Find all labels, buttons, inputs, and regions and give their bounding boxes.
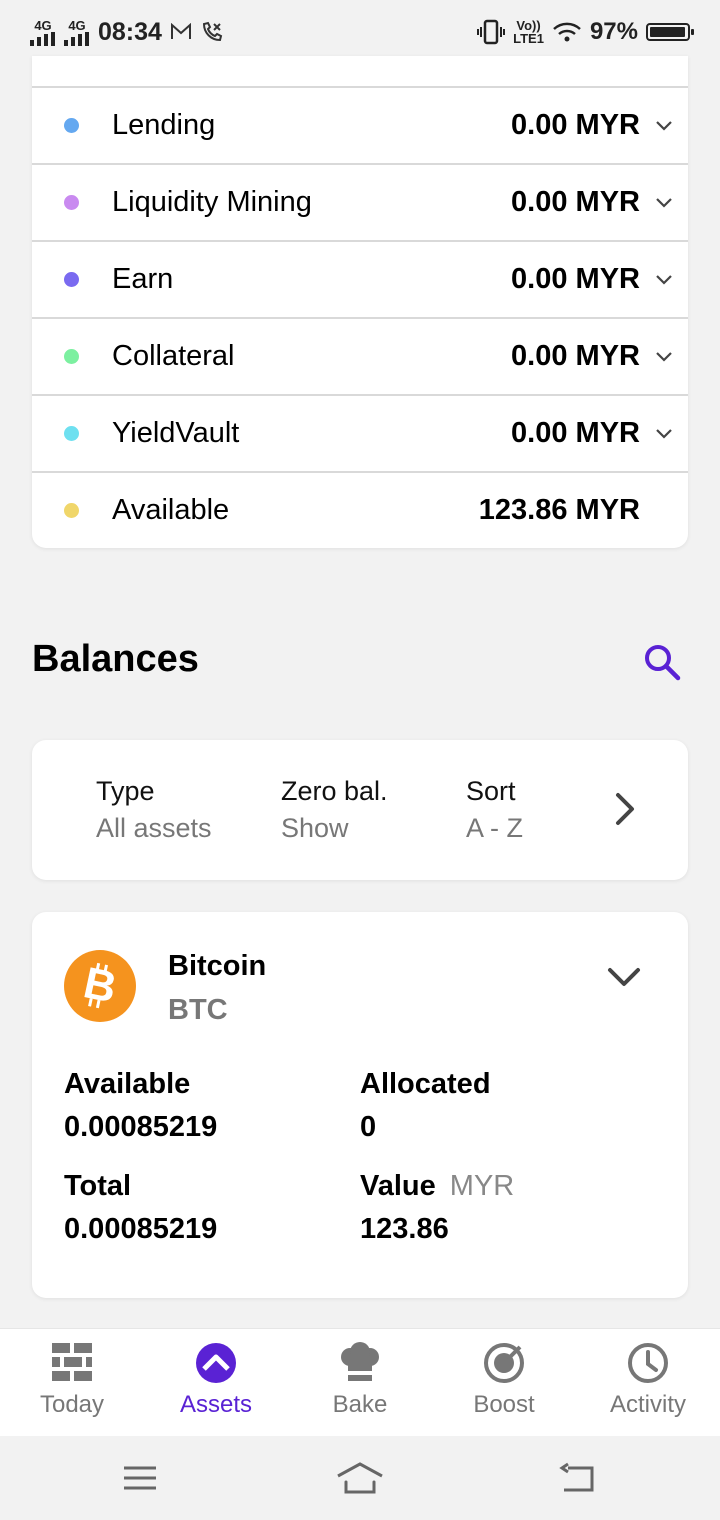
filter-value: Show [281,813,349,843]
system-nav-bar [0,1436,720,1520]
gmail-icon [170,23,191,39]
nav-bake[interactable]: Bake [288,1329,432,1437]
liquidity-mining-dot [64,194,79,210]
network-type-1: 4G [34,17,52,33]
battery-fill [650,27,685,37]
lending-dot [64,117,79,133]
nav-label: Boost [473,1391,535,1418]
alloc-row-available: Available 123.86 MYR [32,471,688,547]
allocated-value: 0 [360,1111,377,1143]
alloc-row-collateral[interactable]: Collateral 0.00 MYR [32,317,688,393]
filter-type[interactable]: Type All assets [96,776,212,844]
status-bar-left: 4G 4G 08:34 [30,18,224,47]
boost-icon [484,1343,524,1383]
nav-boost[interactable]: Boost [432,1329,576,1437]
battery-percent: 97% [589,18,638,45]
alloc-row-lending[interactable]: Lending 0.00 MYR [32,86,688,162]
alloc-label: Earn [112,262,174,295]
menu-icon[interactable] [118,1456,162,1500]
alloc-label: Lending [112,108,216,141]
value-label-group: Value MYR [360,1170,514,1203]
lte-label: LTE1 [513,31,544,46]
filter-value: A - Z [466,813,524,843]
allocated-label: Allocated [360,1068,491,1100]
filter-value: All assets [96,813,212,843]
status-bar: 4G 4G 08:34 Vo)) LTE1 97% [0,0,720,64]
chevron-down-icon[interactable] [654,192,674,212]
alloc-label: Available [112,493,230,526]
nav-label: Bake [332,1391,388,1418]
nav-label: Today [39,1391,105,1418]
status-bar-right: Vo)) LTE1 97% [477,18,694,46]
yieldvault-dot [64,425,79,441]
alloc-value: 0.00 MYR [511,262,640,295]
balances-title: Balances [32,638,199,680]
chevron-down-icon[interactable] [654,423,674,443]
battery-icon [646,23,694,41]
available-dot [64,502,79,518]
value-amount: 123.86 [360,1213,449,1245]
home-icon[interactable] [336,1456,384,1500]
alloc-value: 0.00 MYR [511,108,640,141]
alloc-row-liquidity-mining[interactable]: Liquidity Mining 0.00 MYR [32,163,688,239]
nav-today[interactable]: Today [0,1329,144,1437]
alloc-value: 0.00 MYR [511,185,640,218]
filter-key: Zero bal. [281,776,388,806]
clock: 08:34 [98,17,162,46]
nav-assets[interactable]: Assets [144,1329,288,1437]
asset-card-bitcoin[interactable]: B Bitcoin BTC Available 0.00085219 Alloc… [32,912,688,1298]
back-icon[interactable] [556,1456,600,1500]
alloc-label: Liquidity Mining [112,185,312,218]
volte-indicator: Vo)) LTE1 [513,19,544,45]
search-icon[interactable] [640,640,684,684]
bitcoin-icon: B [64,950,136,1022]
available-value: 0.00085219 [64,1111,218,1143]
alloc-value: 0.00 MYR [511,339,640,372]
wifi-icon [553,22,581,42]
svg-text:B: B [79,958,120,1013]
vibrate-icon [477,19,506,45]
signal-bars-icon [30,31,55,46]
chevron-right-icon[interactable] [610,790,640,828]
available-label: Available [64,1068,191,1100]
bottom-nav: Today Assets Bake Boost Activity [0,1328,720,1437]
value-unit: MYR [449,1170,515,1202]
bricks-icon [52,1343,92,1381]
coin-symbol: BTC [168,994,228,1026]
filter-sort[interactable]: Sort A - Z [466,776,523,844]
alloc-value: 0.00 MYR [511,416,640,449]
alloc-value: 123.86 MYR [478,493,640,526]
alloc-row-yieldvault[interactable]: YieldVault 0.00 MYR [32,394,688,470]
nav-activity[interactable]: Activity [576,1329,720,1437]
coin-name: Bitcoin [168,950,267,982]
clock-icon [628,1343,668,1383]
filter-zero-balance[interactable]: Zero bal. Show [281,776,388,844]
total-value: 0.00085219 [64,1213,218,1245]
chevron-down-icon[interactable] [654,346,674,366]
earn-dot [64,271,79,287]
alloc-label: Collateral [112,339,235,372]
value-label: Value [360,1170,436,1202]
alloc-label: YieldVault [112,416,240,449]
chevron-down-icon[interactable] [654,269,674,289]
chef-hat-icon [341,1342,379,1381]
nav-label: Activity [609,1391,686,1418]
total-label: Total [64,1170,132,1202]
chevron-down-icon[interactable] [654,115,674,135]
assets-icon [196,1343,236,1383]
alloc-row-earn[interactable]: Earn 0.00 MYR [32,240,688,316]
collateral-dot [64,348,79,364]
signal-1: 4G [30,19,56,46]
signal-bars-icon [64,31,89,46]
missed-call-icon [202,21,223,42]
filter-key: Sort [466,776,516,806]
filter-card[interactable]: Type All assets Zero bal. Show Sort A - … [32,740,688,880]
chevron-down-icon[interactable] [606,962,642,992]
network-type-2: 4G [68,17,86,33]
allocation-card: Lending 0.00 MYR Liquidity Mining 0.00 M… [32,56,688,548]
signal-2: 4G [64,19,90,46]
nav-label: Assets [179,1391,253,1418]
filter-key: Type [96,776,155,806]
